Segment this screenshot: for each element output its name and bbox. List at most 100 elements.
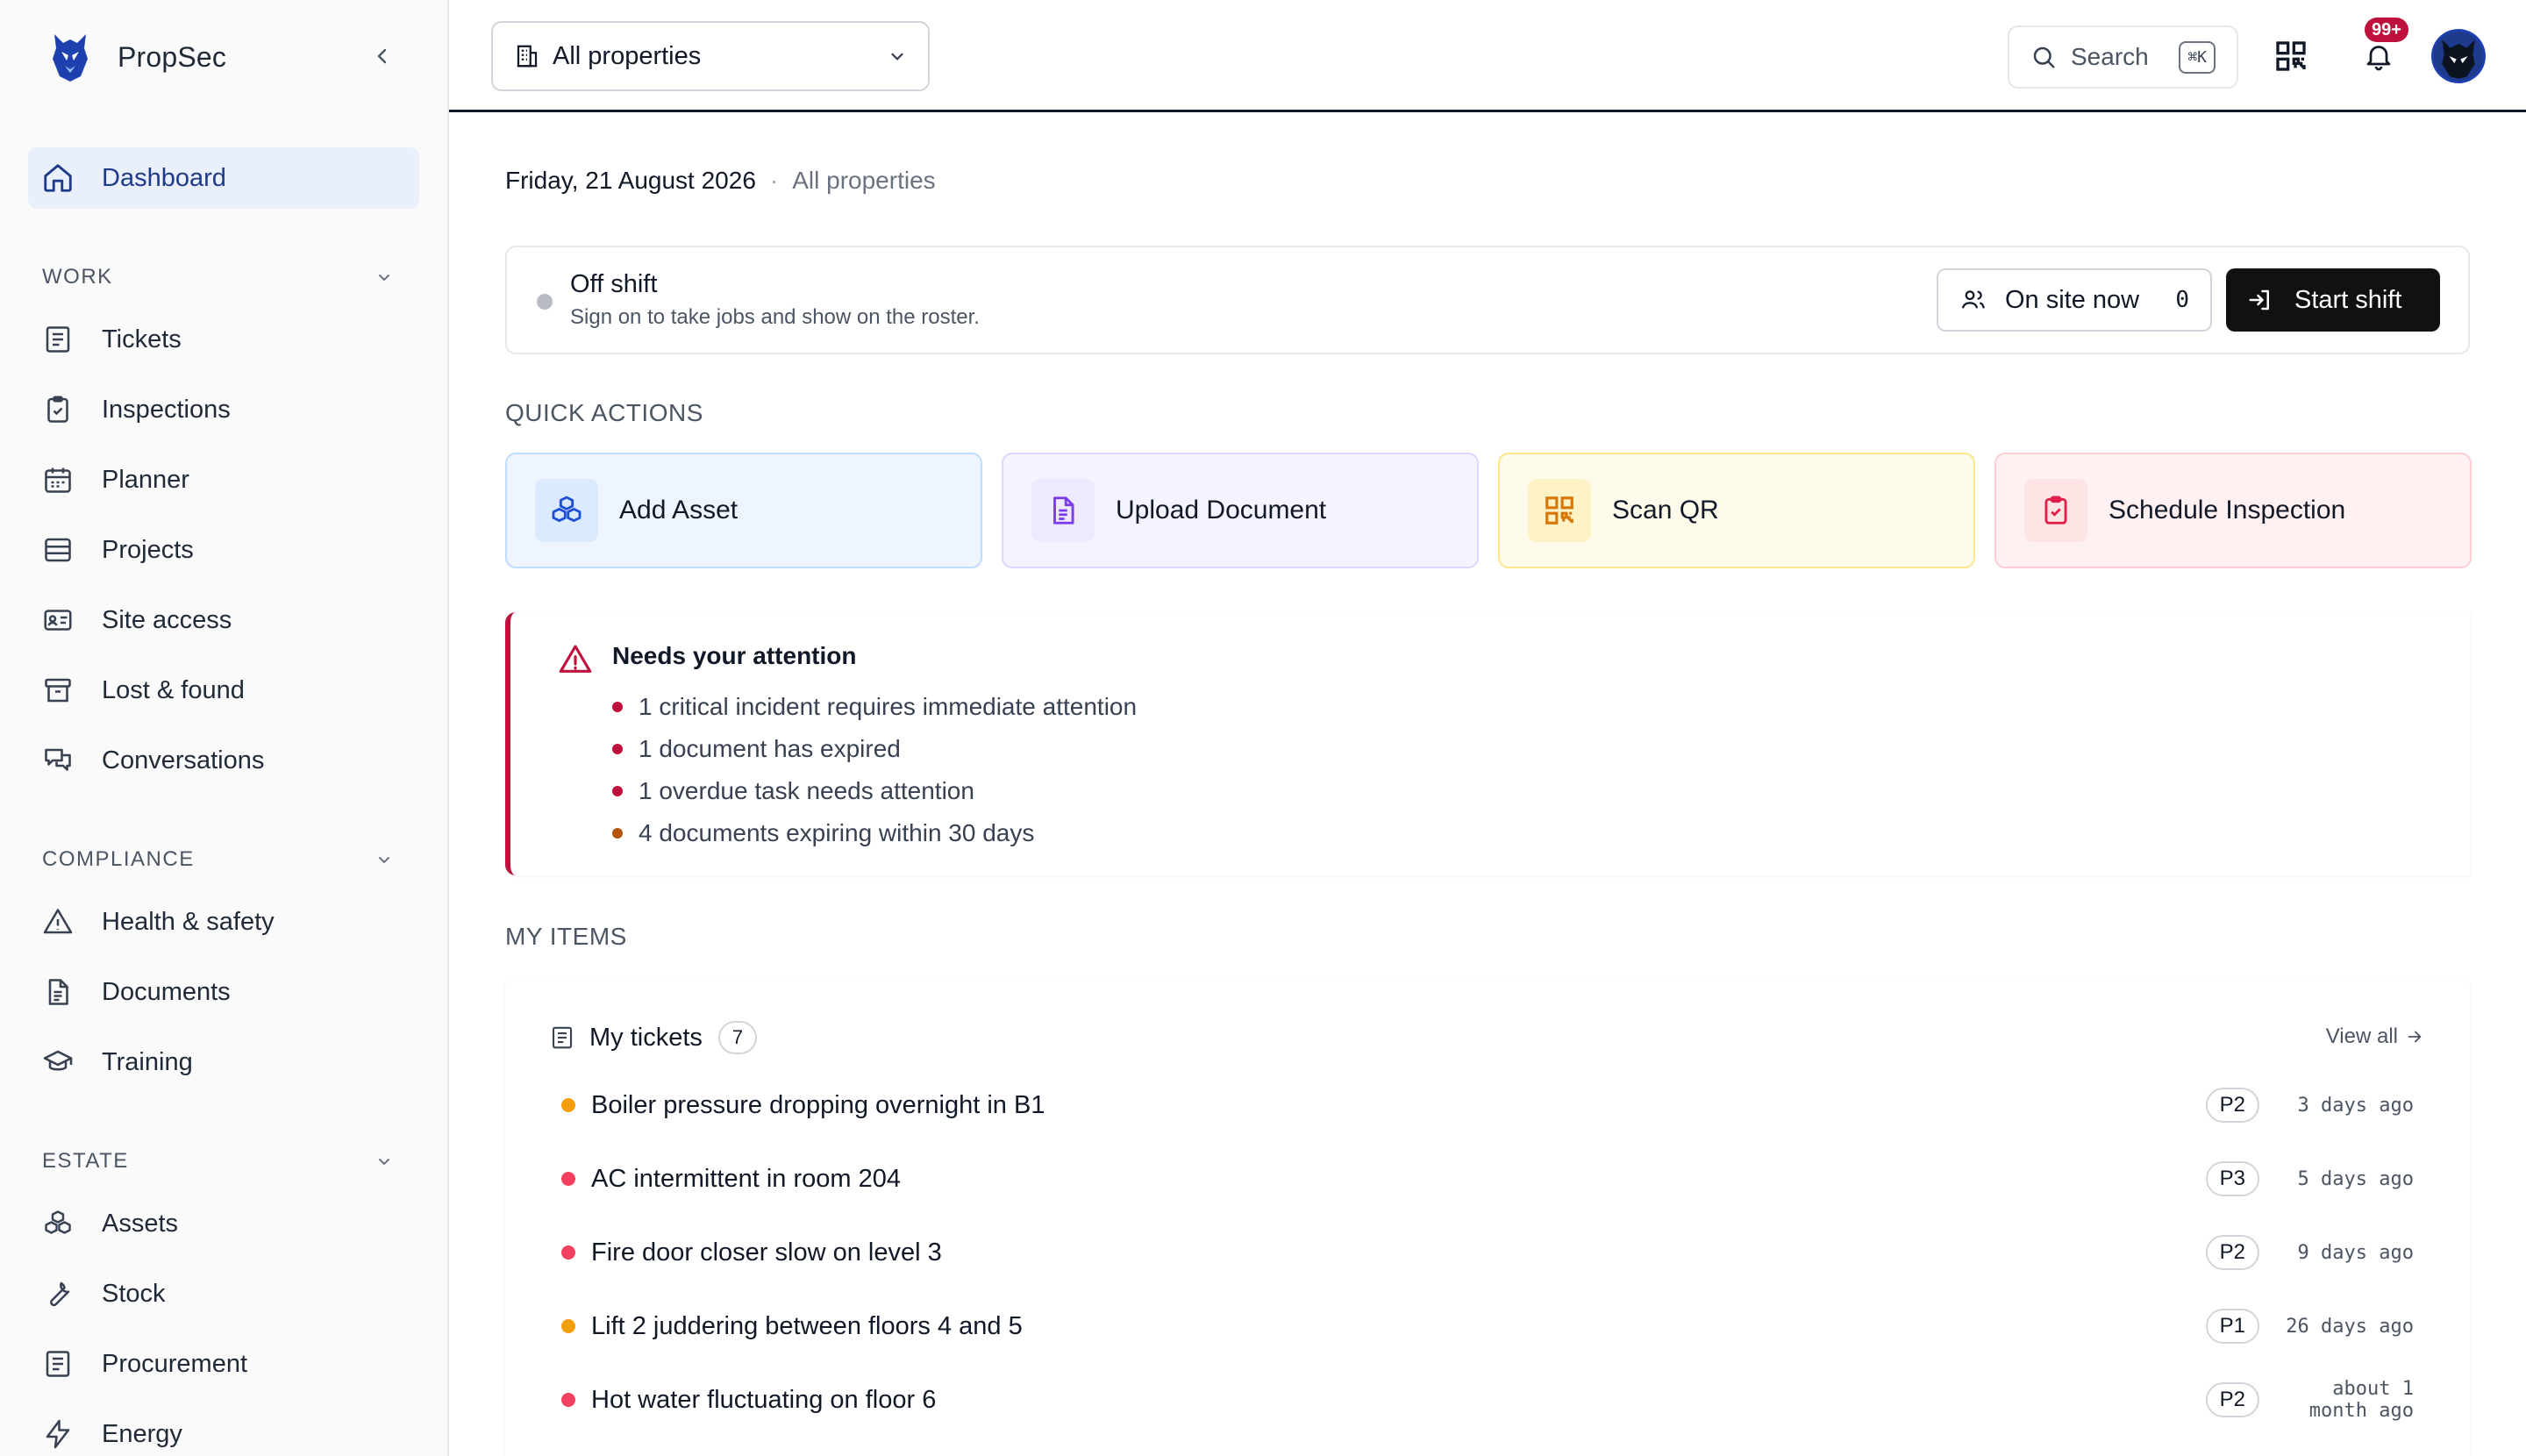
quick-action-add-asset[interactable]: Add Asset: [505, 453, 982, 568]
bell-icon: [2366, 46, 2391, 71]
brand-name: PropSec: [118, 40, 227, 73]
sidebar-item-documents[interactable]: Documents: [28, 961, 419, 1023]
start-shift-label: Start shift: [2294, 285, 2402, 314]
ticket-status-dot: [561, 1393, 575, 1407]
date-scope: All properties: [792, 167, 936, 194]
attention-item[interactable]: 1 critical incident requires immediate a…: [612, 686, 1137, 728]
ticket-status-dot: [561, 1319, 575, 1333]
building-icon: [514, 43, 540, 69]
ticket-row[interactable]: Lift 2 juddering between floors 4 and 5 …: [561, 1289, 2414, 1363]
date-separator: ·: [769, 167, 779, 194]
section-compliance-toggle[interactable]: COMPLIANCE: [42, 842, 393, 877]
qr-icon: [1528, 479, 1591, 542]
sidebar-item-procurement[interactable]: Procurement: [28, 1333, 419, 1395]
archive-icon: [40, 673, 75, 708]
qr-scan-button[interactable]: [2270, 35, 2312, 77]
ticket-row[interactable]: Fire door closer slow on level 3 P2 9 da…: [561, 1216, 2414, 1289]
sidebar-item-site-access[interactable]: Site access: [28, 589, 419, 651]
my-tickets-header: My tickets 7: [549, 1021, 758, 1054]
graduation-cap-icon: [40, 1045, 75, 1080]
ticket-age: 5 days ago: [2297, 1167, 2414, 1190]
current-date: Friday, 21 August 2026: [505, 167, 756, 194]
sidebar-item-assets[interactable]: Assets: [28, 1193, 419, 1254]
shift-status: Off shift: [570, 270, 658, 298]
attention-bullet: [612, 744, 623, 754]
brand[interactable]: PropSec: [49, 26, 226, 88]
wrench-icon: [40, 1276, 75, 1311]
ticket-title: Lift 2 juddering between floors 4 and 5: [591, 1311, 1023, 1340]
notification-count-badge: 99+: [2365, 18, 2408, 42]
search-button[interactable]: Search ⌘K: [2008, 25, 2238, 89]
view-all-tickets-link[interactable]: View all: [2326, 1024, 2424, 1049]
on-site-now-button[interactable]: On site now 0: [1937, 268, 2212, 332]
sidebar-item-health-safety[interactable]: Health & safety: [28, 891, 419, 953]
view-all-label: View all: [2325, 1024, 2398, 1048]
attention-text: 4 documents expiring within 30 days: [639, 819, 1035, 846]
chevron-down-icon: [379, 275, 389, 282]
sidebar-item-training[interactable]: Training: [28, 1031, 419, 1093]
collapse-sidebar-button[interactable]: [367, 39, 398, 74]
attention-item[interactable]: 4 documents expiring within 30 days: [612, 812, 1137, 854]
quick-action-schedule-inspection[interactable]: Schedule Inspection: [1994, 453, 2472, 568]
ticket-age: about 1 month ago: [2308, 1378, 2414, 1422]
attention-item[interactable]: 1 document has expired: [612, 728, 1137, 770]
ticket-status-dot: [561, 1098, 575, 1112]
sidebar-item-inspections[interactable]: Inspections: [28, 379, 419, 440]
quick-action-upload-document[interactable]: Upload Document: [1002, 453, 1479, 568]
lightning-icon: [40, 1417, 75, 1452]
quick-action-scan-qr[interactable]: Scan QR: [1498, 453, 1975, 568]
document-icon: [1031, 479, 1095, 542]
sidebar-item-planner[interactable]: Planner: [28, 449, 419, 510]
section-estate-toggle[interactable]: ESTATE: [42, 1144, 393, 1179]
attention-bullet: [612, 702, 623, 712]
sidebar-item-lost-found[interactable]: Lost & found: [28, 660, 419, 721]
search-label: Search: [2071, 43, 2149, 70]
sidebar-item-label: Inspections: [102, 395, 231, 424]
section-title: ESTATE: [42, 1149, 129, 1173]
ticket-status-dot: [561, 1245, 575, 1260]
top-bar: All properties Search ⌘K 99+: [449, 0, 2526, 112]
attention-list: 1 critical incident requires immediate a…: [612, 686, 1137, 854]
quick-action-label: Scan QR: [1612, 496, 1719, 525]
sidebar-item-stock[interactable]: Stock: [28, 1263, 419, 1324]
start-shift-button[interactable]: Start shift: [2226, 268, 2440, 332]
sidebar-item-label: Stock: [102, 1279, 166, 1308]
attention-text: 1 overdue task needs attention: [639, 777, 974, 804]
sidebar-item-label: Health & safety: [102, 907, 275, 936]
property-selector[interactable]: All properties: [491, 21, 930, 91]
qr-icon: [2276, 41, 2306, 71]
receipt-icon: [40, 322, 75, 357]
chevron-left-icon: [377, 48, 387, 64]
attention-item[interactable]: 1 overdue task needs attention: [612, 770, 1137, 812]
receipt-icon: [549, 1024, 575, 1051]
property-selector-value: All properties: [553, 41, 702, 70]
ticket-age: 26 days ago: [2286, 1315, 2414, 1338]
sidebar-item-label: Projects: [102, 535, 194, 564]
sidebar-item-projects[interactable]: Projects: [28, 519, 419, 581]
ticket-priority-badge: P2: [2205, 1088, 2259, 1123]
sidebar-item-dashboard[interactable]: Dashboard: [28, 147, 419, 209]
my-tickets-card: My tickets 7 View all Boiler pressure dr…: [505, 977, 2470, 1456]
sidebar-item-label: Site access: [102, 605, 232, 634]
ticket-row[interactable]: Hot water fluctuating on floor 6 P2 abou…: [561, 1363, 2414, 1437]
chevron-down-icon: [379, 857, 389, 864]
sidebar-item-label: Energy: [102, 1419, 182, 1448]
user-avatar[interactable]: [2431, 29, 2486, 83]
section-work-toggle[interactable]: WORK: [42, 260, 393, 295]
ticket-row[interactable]: AC intermittent in room 204 P3 5 days ag…: [561, 1142, 2414, 1216]
calendar-icon: [40, 462, 75, 497]
sidebar-item-label: Lost & found: [102, 675, 245, 704]
ticket-priority-badge: P3: [2205, 1161, 2259, 1196]
users-icon: [1959, 286, 1987, 314]
sidebar-item-label: Training: [102, 1047, 193, 1076]
ticket-title: Boiler pressure dropping overnight in B1: [591, 1090, 1045, 1119]
sidebar-item-label: Tickets: [102, 325, 182, 353]
boxes-icon: [535, 479, 598, 542]
sidebar-item-tickets[interactable]: Tickets: [28, 309, 419, 370]
ticket-title: Hot water fluctuating on floor 6: [591, 1385, 937, 1414]
home-icon: [40, 161, 75, 196]
ticket-priority-badge: P2: [2205, 1382, 2259, 1417]
ticket-row[interactable]: Boiler pressure dropping overnight in B1…: [561, 1068, 2414, 1142]
sidebar-item-conversations[interactable]: Conversations: [28, 730, 419, 791]
sidebar-item-energy[interactable]: Energy: [28, 1403, 419, 1456]
